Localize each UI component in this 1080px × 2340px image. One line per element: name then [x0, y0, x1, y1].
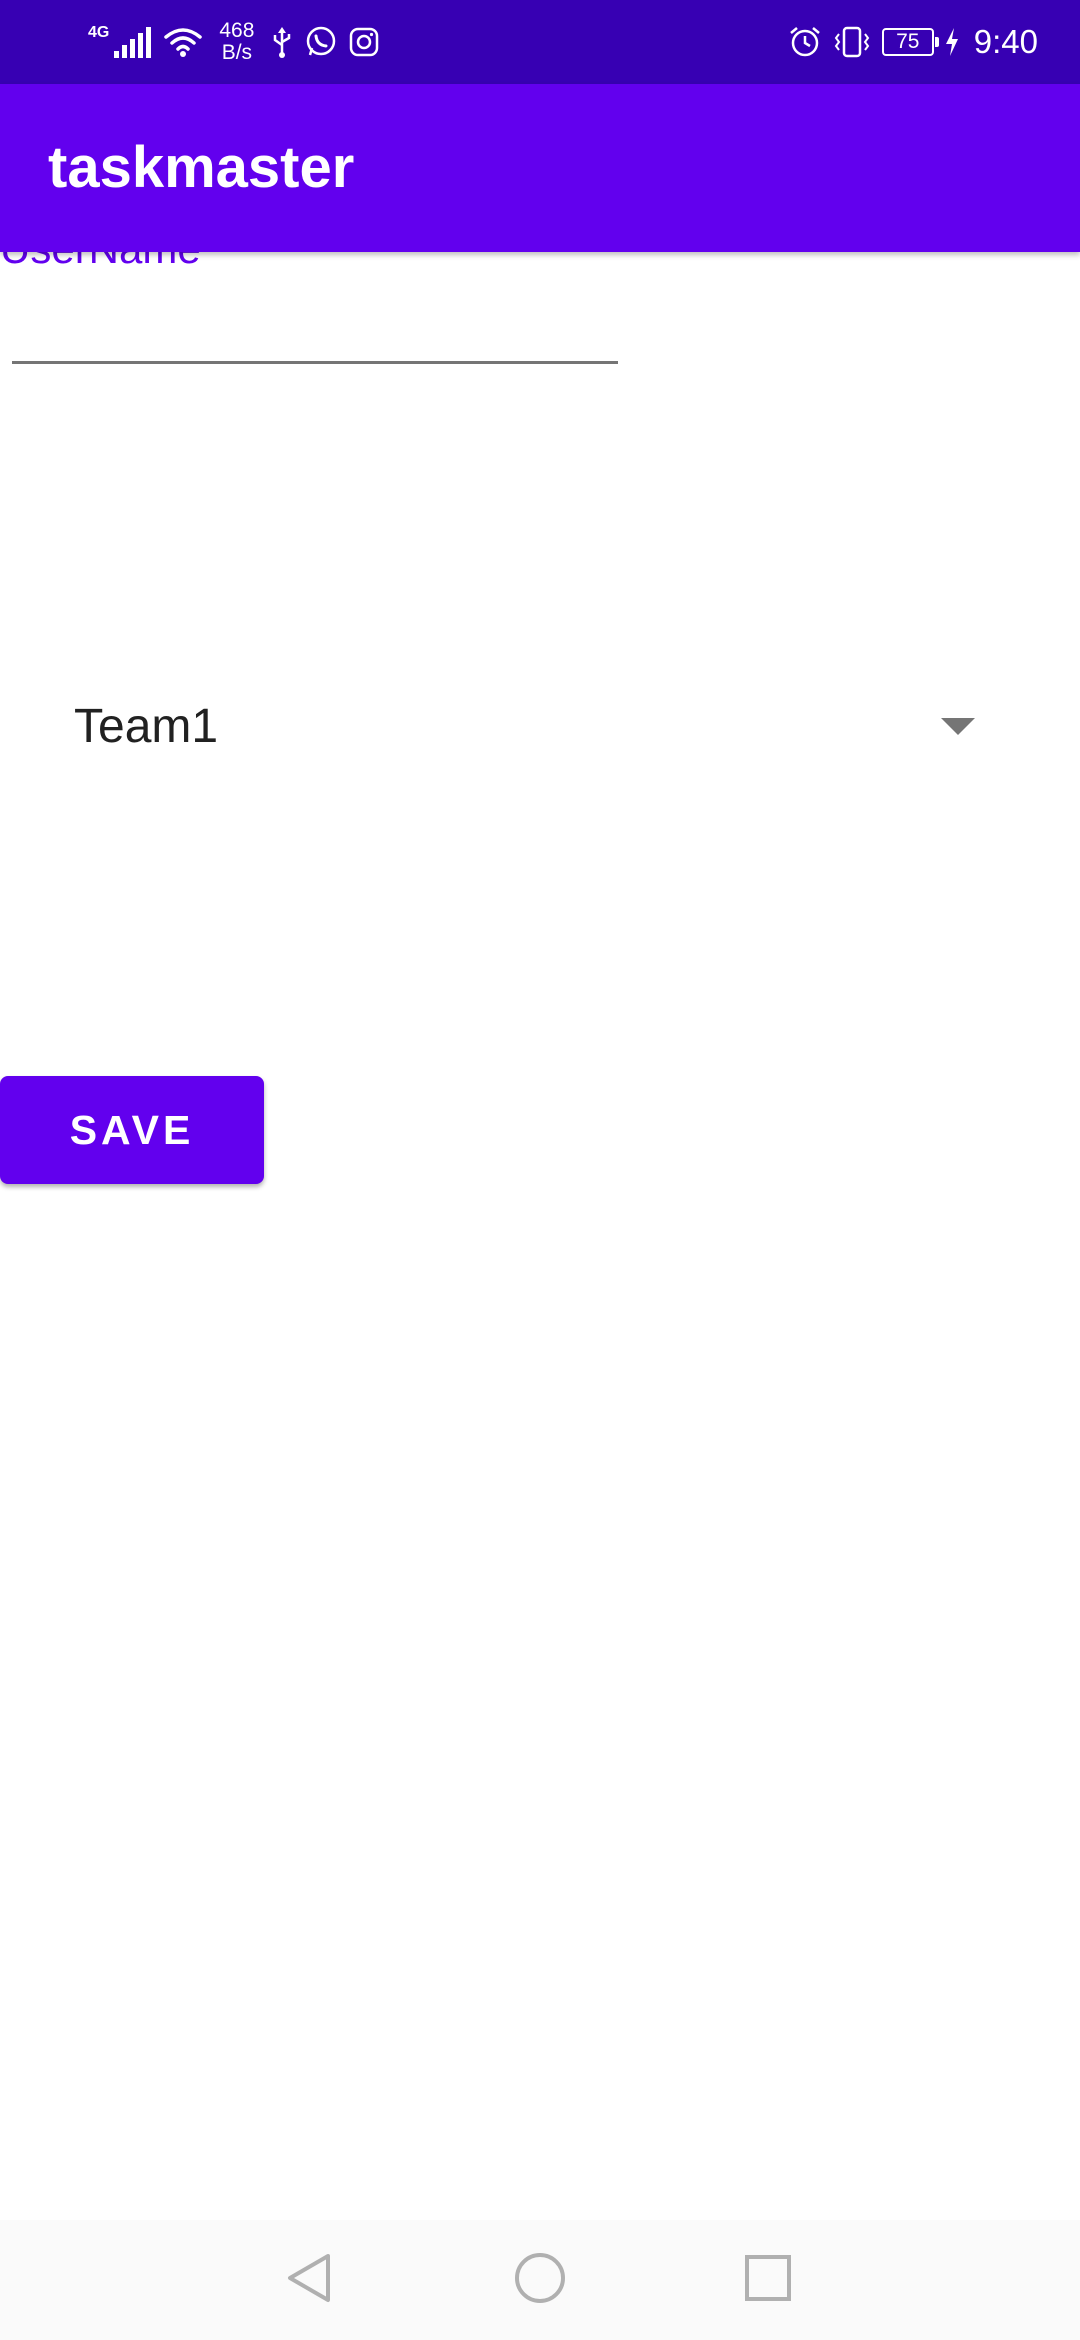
network-speed: 468 B/s	[219, 20, 254, 64]
status-bar: 4G 468 B/s 75 9:40	[0, 0, 1080, 84]
instagram-icon	[348, 26, 380, 58]
dropdown-arrow-icon	[941, 718, 975, 735]
back-icon	[284, 2251, 334, 2310]
save-button[interactable]: SAVE	[0, 1076, 264, 1184]
back-button[interactable]	[249, 2220, 369, 2340]
status-bar-left: 4G 468 B/s	[88, 0, 380, 84]
alarm-icon	[788, 25, 822, 59]
recents-icon	[743, 2253, 793, 2308]
status-bar-right: 75 9:40	[788, 0, 1038, 84]
team-spinner[interactable]: Team1	[0, 668, 1080, 788]
home-icon	[513, 2251, 567, 2310]
network-speed-unit: B/s	[221, 41, 253, 64]
home-button[interactable]	[480, 2220, 600, 2340]
app-bar: taskmaster	[0, 84, 1080, 252]
network-speed-value: 468	[219, 19, 255, 42]
battery-icon: 75	[881, 28, 939, 56]
team-spinner-value: Team1	[74, 700, 219, 753]
username-input[interactable]	[12, 300, 618, 364]
network-type-label: 4G	[88, 24, 110, 41]
usb-icon	[270, 25, 294, 59]
navigation-bar	[0, 2220, 1080, 2340]
whatsapp-icon	[304, 25, 338, 59]
charging-icon	[944, 27, 960, 57]
vibrate-icon	[832, 25, 872, 59]
battery-level: 75	[896, 30, 920, 53]
wifi-icon	[163, 25, 203, 59]
screen: 4G 468 B/s 75 9:40 taskmaster Team1 SAVE	[0, 0, 1080, 2340]
recents-button[interactable]	[708, 2220, 828, 2340]
clock: 9:40	[973, 23, 1038, 60]
signal-icon	[113, 25, 153, 59]
app-title: taskmaster	[48, 135, 355, 200]
